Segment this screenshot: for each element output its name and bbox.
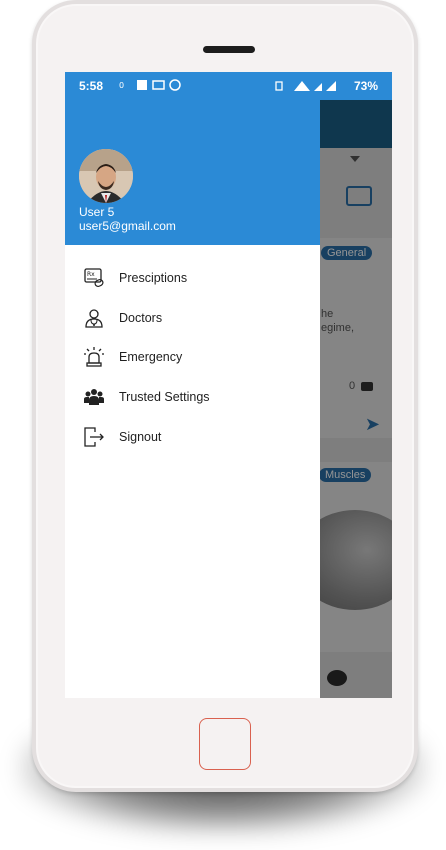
phone-speaker bbox=[203, 46, 255, 53]
notification-icons: 0 bbox=[117, 78, 187, 95]
menu-item-emergency[interactable]: Emergency bbox=[65, 337, 320, 377]
group-icon bbox=[83, 386, 105, 408]
doctor-icon bbox=[83, 307, 105, 329]
drawer-menu: Rx Presciptions Doctors Emergency Truste… bbox=[65, 258, 320, 456]
menu-label: Trusted Settings bbox=[119, 389, 210, 404]
phone-screen: General he egime, 0 ➤ Muscles 5:58 0 73%… bbox=[65, 72, 392, 698]
menu-item-signout[interactable]: Signout bbox=[65, 417, 320, 457]
menu-label: Emergency bbox=[119, 350, 183, 365]
menu-item-prescriptions[interactable]: Rx Presciptions bbox=[65, 258, 320, 298]
battery-level: 73% bbox=[353, 79, 378, 93]
menu-item-doctors[interactable]: Doctors bbox=[65, 298, 320, 338]
notification-icons-graphic: 0 bbox=[119, 79, 181, 91]
user-email: user5@gmail.com bbox=[79, 219, 176, 233]
svg-text:0: 0 bbox=[119, 81, 128, 90]
menu-label: Presciptions bbox=[119, 270, 188, 285]
avatar[interactable] bbox=[79, 149, 133, 203]
status-bar: 5:58 0 73% bbox=[65, 72, 392, 100]
navigation-drawer: User 5 user5@gmail.com Rx Presciptions D… bbox=[65, 72, 320, 698]
system-icons bbox=[274, 79, 344, 96]
siren-icon bbox=[83, 346, 105, 368]
signal-wifi-icons bbox=[275, 81, 336, 91]
home-button[interactable] bbox=[199, 718, 251, 770]
prescription-icon: Rx bbox=[83, 267, 105, 289]
menu-label: Doctors bbox=[119, 310, 163, 325]
avatar-photo bbox=[79, 149, 133, 203]
signout-icon bbox=[83, 426, 105, 448]
menu-label: Signout bbox=[119, 429, 162, 444]
svg-text:Rx: Rx bbox=[87, 271, 95, 278]
status-time: 5:58 bbox=[79, 79, 104, 93]
user-name: User 5 bbox=[79, 205, 115, 219]
menu-item-trusted-settings[interactable]: Trusted Settings bbox=[65, 377, 320, 417]
